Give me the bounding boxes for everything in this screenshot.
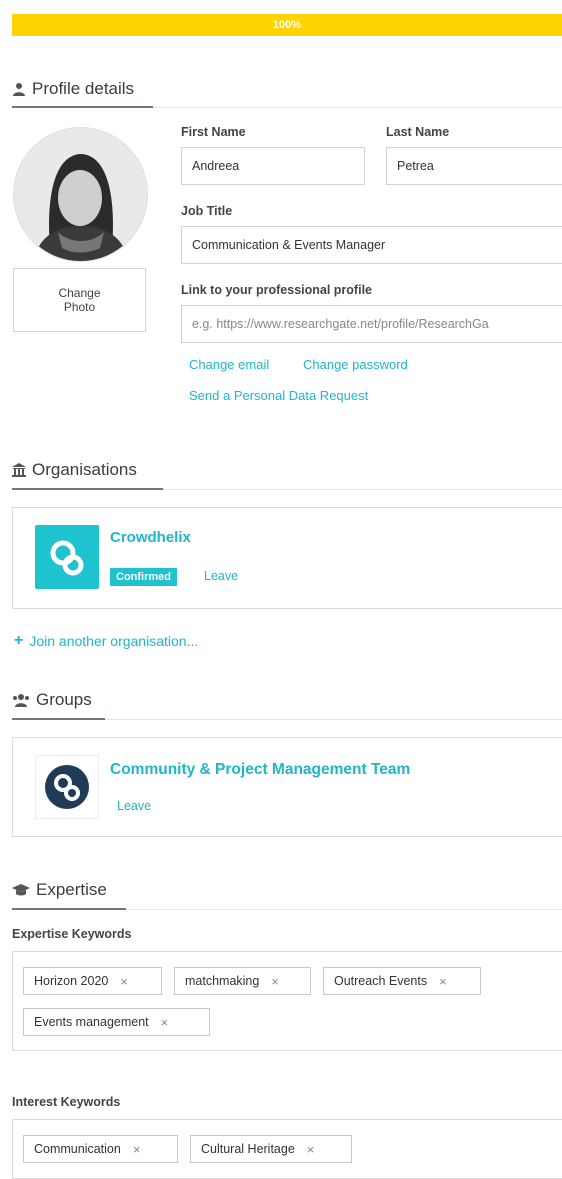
group-name[interactable]: Community & Project Management Team [110, 761, 410, 779]
remove-tag-icon[interactable]: × [133, 1142, 141, 1157]
section-underline [12, 488, 163, 490]
section-underline [12, 908, 126, 910]
profile-link-field[interactable]: e.g. https://www.researchgate.net/profil… [181, 305, 562, 343]
profile-details-header: Profile details [12, 79, 134, 99]
avatar [13, 127, 148, 262]
keyword-label: Events management [34, 1015, 149, 1029]
last-name-field[interactable]: Petrea [386, 147, 562, 185]
first-name-field[interactable]: Andreea [181, 147, 365, 185]
section-title: Organisations [32, 460, 137, 479]
remove-tag-icon[interactable]: × [307, 1142, 315, 1157]
interest-keywords-label: Interest Keywords [12, 1095, 121, 1109]
keyword-tag: Communication × [23, 1135, 178, 1163]
leave-group-link[interactable]: Leave [117, 799, 151, 813]
keyword-label: Outreach Events [334, 974, 428, 988]
plus-icon: + [14, 632, 24, 649]
data-request-link[interactable]: Send a Personal Data Request [189, 388, 368, 403]
job-title-field[interactable]: Communication & Events Manager [181, 226, 562, 264]
job-title-label: Job Title [181, 204, 233, 218]
change-password-link[interactable]: Change password [303, 357, 408, 372]
profile-photo [14, 128, 147, 261]
keyword-tag: Outreach Events × [323, 967, 481, 995]
section-underline [12, 106, 153, 108]
keyword-label: Communication [34, 1142, 121, 1156]
graduation-cap-icon [12, 884, 30, 896]
change-photo-button[interactable]: Change Photo [13, 268, 146, 332]
status-badge: Confirmed [110, 568, 177, 586]
section-underline [12, 718, 105, 720]
keyword-label: Horizon 2020 [34, 974, 109, 988]
crowdhelix-logo [35, 525, 99, 589]
profile-link-label: Link to your professional profile [181, 283, 372, 297]
remove-tag-icon[interactable]: × [161, 1015, 169, 1030]
expertise-keywords-box[interactable]: Horizon 2020 × matchmaking × Outreach Ev… [12, 951, 562, 1051]
keyword-tag: Events management × [23, 1008, 210, 1036]
helix-icon [50, 540, 84, 576]
keyword-label: Cultural Heritage [201, 1142, 295, 1156]
join-organisation-link[interactable]: + Join another organisation... [14, 632, 198, 650]
keyword-tag: Cultural Heritage × [190, 1135, 352, 1163]
group-logo [35, 755, 99, 819]
section-title: Groups [36, 690, 92, 709]
group-card: Community & Project Management Team Leav… [12, 737, 562, 837]
groups-header: Groups [12, 690, 92, 710]
users-icon [13, 694, 29, 707]
interest-keywords-box[interactable]: Communication × Cultural Heritage × [12, 1119, 562, 1179]
first-name-label: First Name [181, 125, 246, 139]
join-organisation-label: Join another organisation... [29, 633, 199, 649]
section-title: Profile details [32, 79, 135, 98]
expertise-keywords-label: Expertise Keywords [12, 927, 132, 941]
last-name-label: Last Name [386, 125, 450, 139]
organisation-card: Crowdhelix Confirmed Leave [12, 507, 562, 609]
user-icon [13, 83, 25, 96]
remove-tag-icon[interactable]: × [120, 974, 128, 989]
progress-label: 100% [272, 19, 302, 31]
leave-organisation-link[interactable]: Leave [204, 569, 238, 583]
remove-tag-icon[interactable]: × [439, 974, 447, 989]
progress-fill: 100% [12, 14, 562, 36]
group-helix-icon [45, 765, 89, 809]
change-email-link[interactable]: Change email [189, 357, 269, 372]
expertise-header: Expertise [12, 880, 107, 900]
organisation-name[interactable]: Crowdhelix [110, 529, 191, 546]
bank-icon [12, 463, 26, 477]
organisations-header: Organisations [12, 460, 137, 480]
keyword-label: matchmaking [185, 974, 260, 988]
remove-tag-icon[interactable]: × [271, 974, 279, 989]
keyword-tag: matchmaking × [174, 967, 311, 995]
section-title: Expertise [36, 880, 107, 899]
profile-completion-bar: 100% [12, 14, 562, 36]
keyword-tag: Horizon 2020 × [23, 967, 162, 995]
